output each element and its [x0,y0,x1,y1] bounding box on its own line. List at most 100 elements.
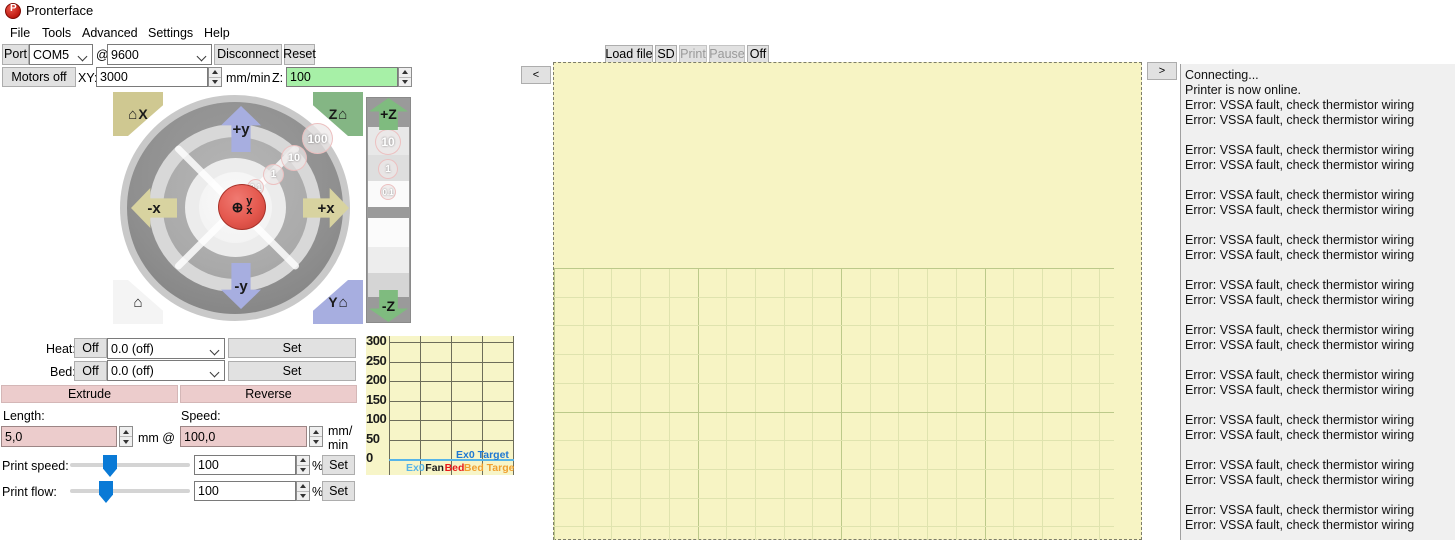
z-speed-stepper[interactable] [398,67,412,87]
jog-step-1[interactable]: 1 [263,164,284,185]
z-step-10[interactable]: 10 [375,129,401,155]
print-speed-slider-track[interactable] [70,463,190,467]
collapse-left-button[interactable]: < [521,66,551,84]
gcode-viewer-panel[interactable] [553,62,1142,540]
heat-label: Heat: [46,342,76,356]
z-jog-widget[interactable]: 10 1 0.1 +Z -Z [366,97,411,323]
print-flow-stepper[interactable] [296,481,310,501]
console-line: Error: VSSA fault, check thermistor wiri… [1185,413,1415,427]
print-flow-label: Print flow: [2,485,57,499]
home-y-button[interactable]: Y ⌂ [313,280,363,324]
speed-label: Speed: [181,409,221,423]
disconnect-button[interactable]: Disconnect [214,44,282,65]
baud-select[interactable]: 9600 [107,44,212,65]
motors-off-button[interactable]: Motors off [2,67,76,87]
graph-legend-bed-target: Bed Target [463,462,514,474]
heat-off-button[interactable]: Off [74,338,107,358]
bed-grid-line-h [554,412,1114,413]
z-speed-stepper-up[interactable] [399,68,411,77]
print-bed-grid [554,268,1114,540]
jog-center-axis-labels: y x [246,195,253,217]
print-speed-stepper[interactable] [296,455,310,475]
bed-grid-line-v [698,268,699,540]
port-button[interactable]: Port [2,44,29,65]
graph-gridline-v [513,336,514,475]
bed-grid-line-v [1013,268,1014,540]
print-speed-input[interactable]: 100 [194,455,296,475]
chevron-down-icon [211,347,219,352]
print-speed-stepper-down[interactable] [297,464,309,474]
print-speed-set-button[interactable]: Set [322,455,355,475]
xy-speed-stepper[interactable] [208,67,222,87]
graph-y-tick-label: 300 [366,336,387,348]
z-band-neg-0.1[interactable] [368,218,409,247]
menu-file[interactable]: File [6,24,34,42]
z-plus-button[interactable]: +Z [369,98,408,130]
bed-label: Bed: [50,365,76,379]
bed-grid-line-h [554,498,1114,499]
graph-y-tick-label: 50 [366,430,380,446]
bed-set-button[interactable]: Set [228,361,356,381]
z-step-0.1[interactable]: 0.1 [380,184,396,200]
z-speed-stepper-down[interactable] [399,76,411,86]
z-step-1[interactable]: 1 [378,159,398,179]
bed-grid-line-v [1042,268,1043,540]
xy-speed-input[interactable]: 3000 [96,67,208,87]
jog-center-home-button[interactable]: ⊕ y x [218,184,266,230]
z-speed-input[interactable]: 100 [286,67,398,87]
print-flow-set-button[interactable]: Set [322,481,355,501]
menu-settings[interactable]: Settings [144,24,197,42]
jog-step-100[interactable]: 100 [302,123,333,154]
print-flow-slider-thumb[interactable] [99,481,113,503]
print-speed-slider-thumb[interactable] [103,455,117,477]
extrude-length-stepper[interactable] [119,426,133,447]
console-line: Error: VSSA fault, check thermistor wiri… [1185,428,1415,442]
heat-set-button[interactable]: Set [228,338,356,358]
reset-button[interactable]: Reset [283,44,316,65]
print-flow-input[interactable]: 100 [194,481,296,501]
print-speed-stepper-up[interactable] [297,456,309,465]
jog-step-10[interactable]: 10 [281,145,307,171]
home-icon: ⌂ [338,105,348,123]
window-title: Pronterface [26,3,94,18]
print-flow-slider-track[interactable] [70,489,190,493]
reverse-button[interactable]: Reverse [180,385,357,403]
print-flow-stepper-down[interactable] [297,490,309,500]
xy-speed-stepper-down[interactable] [209,76,221,86]
print-flow-stepper-up[interactable] [297,482,309,491]
temperature-graph[interactable]: 300 250 200 150 100 50 0 Ex0 Target Ex0 Fan Bed Bed… [366,336,514,475]
console-line: Connecting... [1185,68,1259,82]
extrude-length-input[interactable]: 5,0 [1,426,117,447]
menu-bar: File Tools Advanced Settings Help [0,24,1455,42]
chevron-down-icon [198,53,206,58]
console-line: Error: VSSA fault, check thermistor wiri… [1185,458,1415,472]
print-speed-label: Print speed: [2,459,69,473]
port-select[interactable]: COM5 [29,44,93,65]
collapse-right-button[interactable]: > [1147,62,1177,80]
extrude-button[interactable]: Extrude [1,385,178,403]
menu-tools[interactable]: Tools [38,24,75,42]
xy-jog-widget[interactable]: +y -y -x +x ⌂ X Z ⌂ ⌂ Y ⌂ 0.1 1 10 100 ⊕… [113,92,363,324]
console-line: Error: VSSA fault, check thermistor wiri… [1185,518,1415,532]
menu-help[interactable]: Help [200,24,234,42]
extrude-speed-stepper[interactable] [309,426,323,447]
bed-temp-select[interactable]: 0.0 (off) [107,360,225,381]
extrude-length-stepper-up[interactable] [120,427,132,436]
bed-off-button[interactable]: Off [74,361,107,381]
bed-grid-line-v [640,268,641,540]
bed-grid-line-h [554,440,1114,441]
extrude-speed-stepper-up[interactable] [310,427,322,436]
z-band-neg-1[interactable] [368,247,409,273]
heat-temp-select[interactable]: 0.0 (off) [107,338,225,359]
menu-advanced[interactable]: Advanced [78,24,142,42]
console-log[interactable]: Connecting... Printer is now online. Error… [1180,64,1455,540]
extrude-speed-input[interactable]: 100,0 [180,426,307,447]
home-icon: ⌂ [128,105,138,123]
extrude-speed-stepper-down[interactable] [310,436,322,446]
xy-speed-stepper-up[interactable] [209,68,221,77]
console-line: Error: VSSA fault, check thermistor wiri… [1185,503,1415,517]
extrude-length-stepper-down[interactable] [120,436,132,446]
bed-grid-line-h [554,268,1114,269]
bed-grid-line-h [554,325,1114,326]
